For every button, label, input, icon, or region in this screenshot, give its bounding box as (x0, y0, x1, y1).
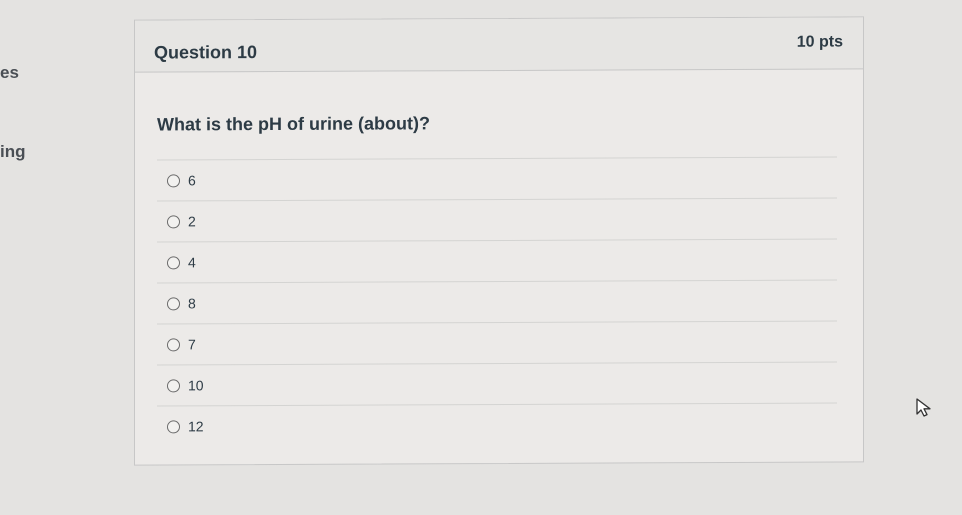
answer-option-10[interactable]: 10 (157, 361, 837, 406)
radio-unchecked-icon[interactable] (167, 173, 180, 187)
answer-label: 10 (188, 377, 204, 394)
answer-label: 12 (188, 418, 204, 435)
answer-option-6[interactable]: 6 (157, 156, 837, 201)
radio-unchecked-icon[interactable] (167, 419, 180, 433)
answer-option-7[interactable]: 7 (157, 320, 837, 365)
mouse-pointer-icon (916, 398, 931, 417)
sidebar-item-partial[interactable]: ing (0, 142, 26, 162)
radio-unchecked-icon[interactable] (167, 296, 180, 310)
question-text: What is the pH of urine (about)? (157, 113, 430, 135)
question-title: Question 10 (154, 42, 258, 63)
answer-label: 4 (188, 254, 196, 271)
answer-option-4[interactable]: 4 (157, 238, 837, 283)
answer-label: 6 (188, 172, 196, 189)
answer-label: 8 (188, 295, 196, 312)
radio-unchecked-icon[interactable] (167, 214, 180, 228)
question-points: 10 pts (796, 33, 843, 51)
sidebar-item-partial[interactable]: es (0, 63, 19, 83)
question-card: Question 10 10 pts What is the pH of uri… (134, 16, 864, 466)
question-header: Question 10 10 pts (135, 17, 863, 73)
answer-option-8[interactable]: 8 (157, 279, 837, 324)
radio-unchecked-icon[interactable] (167, 255, 180, 269)
answer-list: 6 2 4 8 7 10 12 (157, 156, 837, 447)
quiz-page: es ing Question 10 10 pts What is the pH… (0, 0, 962, 515)
radio-unchecked-icon[interactable] (167, 337, 180, 351)
answer-option-2[interactable]: 2 (157, 197, 837, 242)
radio-unchecked-icon[interactable] (167, 378, 180, 392)
answer-label: 7 (188, 336, 196, 353)
answer-option-12[interactable]: 12 (157, 402, 837, 447)
answer-label: 2 (188, 213, 196, 230)
